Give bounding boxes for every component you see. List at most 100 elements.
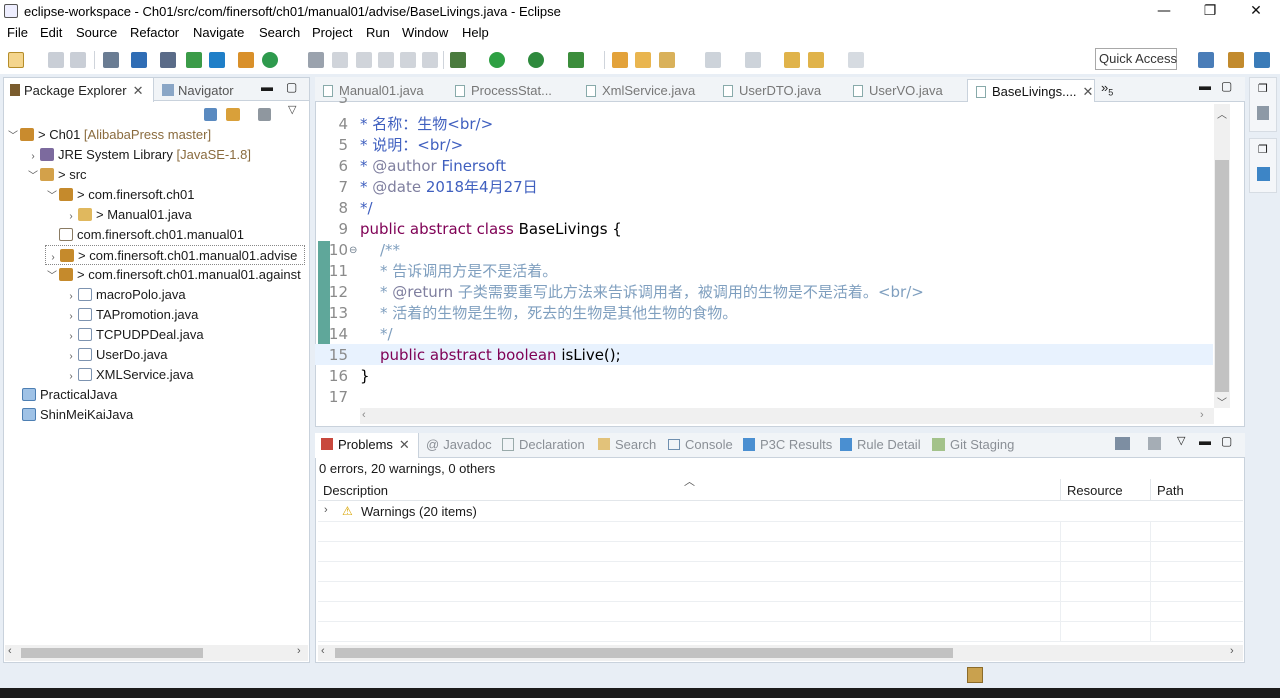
chevron-right-icon[interactable]: › (64, 327, 78, 347)
restore-button[interactable]: ❐ (1187, 0, 1233, 24)
filter-icon[interactable] (1115, 437, 1130, 450)
menu-project[interactable]: Project (312, 25, 352, 40)
tree-item-project[interactable]: ShinMeiKaiJava (22, 405, 133, 425)
view-menu-icon[interactable]: ▽ (1177, 434, 1185, 447)
editor-horizontal-scrollbar[interactable]: ‹ › (360, 408, 1214, 424)
menu-navigate[interactable]: Navigate (193, 25, 244, 40)
tab-declaration[interactable]: Declaration (502, 437, 585, 452)
tree-item-file[interactable]: › XMLService.java (64, 365, 193, 387)
maximize-view-icon[interactable]: ▢ (286, 80, 297, 94)
chevron-right-icon[interactable]: › (64, 347, 78, 367)
tree-item-package[interactable]: ﹀ > com.finersoft.ch01.manual01.against (45, 265, 301, 285)
chevron-right-icon[interactable]: › (324, 504, 328, 516)
tree-item-package-selected[interactable]: › > com.finersoft.ch01.manual01.advise (45, 245, 305, 265)
chart-icon[interactable] (186, 52, 202, 68)
open-perspective-icon[interactable] (1198, 52, 1214, 68)
forward-icon[interactable] (848, 52, 864, 68)
tree-item-ch01[interactable]: ﹀ > Ch01 [AlibabaPress master] (6, 125, 211, 145)
tab-problems[interactable]: Problems ✕ (321, 437, 410, 453)
outline-icon[interactable] (1257, 106, 1269, 120)
menu-refactor[interactable]: Refactor (130, 25, 179, 40)
tree-item-jre[interactable]: › JRE System Library [JavaSE-1.8] (26, 145, 251, 165)
minimize-button[interactable]: — (1141, 0, 1187, 24)
last-edit-icon[interactable] (784, 52, 800, 68)
code-line[interactable]: 9 public abstract class BaseLivings { (315, 219, 1213, 240)
close-icon[interactable]: ✕ (399, 437, 410, 452)
search-tool-icon[interactable] (659, 52, 675, 68)
tab-git-staging[interactable]: Git Staging (932, 437, 1014, 452)
open-folder-icon[interactable] (635, 52, 651, 68)
code-line[interactable]: 14 */ (315, 324, 1213, 345)
tree-item-file[interactable]: › macroPolo.java (64, 285, 185, 307)
tree-item-package[interactable]: com.finersoft.ch01.manual01 (45, 225, 244, 245)
scroll-thumb[interactable] (1215, 160, 1229, 392)
menu-run[interactable]: Run (366, 25, 390, 40)
minimize-view-icon[interactable]: ▬ (1199, 434, 1211, 448)
pin-icon[interactable] (308, 52, 324, 68)
tree-item-project[interactable]: PracticalJava (22, 385, 117, 405)
tab-navigator[interactable]: Navigator (156, 78, 251, 102)
column-divider[interactable] (1060, 479, 1061, 501)
chevron-down-icon[interactable]: ﹀ (26, 167, 40, 187)
tab-p3c-results[interactable]: P3C Results (743, 437, 832, 452)
run-icon[interactable] (489, 52, 505, 68)
back-icon[interactable] (808, 52, 824, 68)
tab-javadoc[interactable]: @ Javadoc (426, 437, 492, 452)
refresh-icon[interactable] (262, 52, 278, 68)
minimize-editor-icon[interactable]: ▬ (1199, 79, 1211, 93)
maximize-editor-icon[interactable]: ▢ (1221, 79, 1232, 93)
pen-icon[interactable] (332, 52, 348, 68)
menu-help[interactable]: Help (462, 25, 489, 40)
coverage-icon[interactable] (528, 52, 544, 68)
focus-icon[interactable] (1148, 437, 1161, 450)
quick-access-input[interactable]: Quick Access (1095, 48, 1177, 70)
code-line[interactable]: 5 * 说明：<br/> (315, 135, 1213, 156)
table-row[interactable]: › ⚠ Warnings (20 items) (318, 502, 1243, 522)
horizontal-scrollbar[interactable]: ‹ › (5, 645, 308, 661)
code-line[interactable]: 8 */ (315, 198, 1213, 219)
skip-breakpoints-icon[interactable] (160, 52, 176, 68)
fold-icon[interactable]: ⊖ (349, 240, 357, 261)
column-path[interactable]: Path (1157, 483, 1184, 498)
view-menu-icon[interactable]: ▽ (288, 103, 296, 116)
block-icon[interactable] (378, 52, 394, 68)
next-annotation-icon[interactable] (705, 52, 721, 68)
save-icon[interactable] (48, 52, 64, 68)
scroll-down-icon[interactable]: ﹀ (1217, 394, 1227, 409)
tree-item-file[interactable]: › UserDo.java (64, 345, 167, 367)
editor-vertical-scrollbar[interactable]: ︿ ﹀ (1214, 104, 1230, 409)
collapse-all-icon[interactable] (204, 108, 217, 121)
menu-window[interactable]: Window (402, 25, 448, 40)
tab-search[interactable]: Search (598, 437, 656, 452)
menu-edit[interactable]: Edit (40, 25, 62, 40)
link-with-editor-icon[interactable] (226, 108, 240, 121)
chevron-right-icon[interactable]: › (64, 287, 78, 307)
column-divider[interactable] (1150, 479, 1151, 501)
format-icon[interactable] (356, 52, 372, 68)
close-icon[interactable]: ✕ (133, 83, 144, 98)
whitespace-icon[interactable] (422, 52, 438, 68)
scroll-right-icon[interactable]: › (297, 645, 301, 657)
problems-horizontal-scrollbar[interactable]: ‹ › (318, 645, 1243, 661)
scroll-left-icon[interactable]: ‹ (321, 645, 325, 657)
text-icon[interactable] (209, 52, 225, 68)
scroll-left-icon[interactable]: ‹ (362, 409, 366, 421)
column-description[interactable]: Description (323, 483, 388, 498)
external-tools-icon[interactable] (568, 52, 584, 68)
tree-item-file[interactable]: › TAPromotion.java (64, 305, 198, 325)
minimize-view-icon[interactable]: ▬ (261, 80, 273, 94)
column-resource[interactable]: Resource (1067, 483, 1123, 498)
scroll-right-icon[interactable]: › (1230, 645, 1234, 657)
tree-item-file[interactable]: › > Manual01.java (64, 205, 191, 225)
chevron-right-icon[interactable]: › (64, 367, 78, 387)
chevron-down-icon[interactable]: ﹀ (6, 127, 20, 147)
paragraph-icon[interactable] (400, 52, 416, 68)
tab-rule-detail[interactable]: Rule Detail (840, 437, 921, 452)
tree-item-src[interactable]: ﹀ > src (26, 165, 87, 185)
code-line[interactable]: 4 * 名称：生物<br/> (315, 114, 1213, 135)
package-icon[interactable] (238, 52, 254, 68)
scroll-thumb[interactable] (335, 648, 953, 658)
code-line[interactable]: 17 (315, 387, 1213, 408)
console-icon[interactable] (131, 52, 147, 68)
close-button[interactable]: ✕ (1233, 0, 1279, 24)
